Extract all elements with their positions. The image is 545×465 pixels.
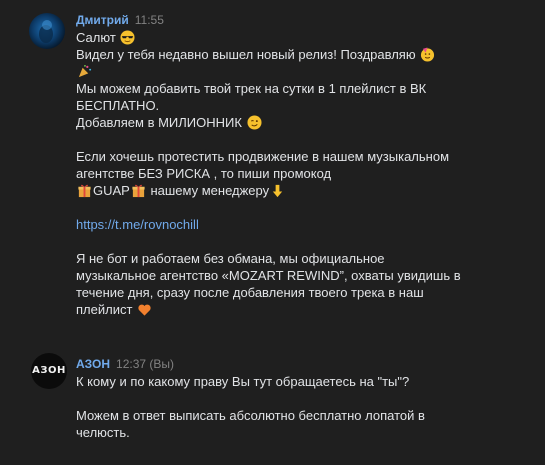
text-line: агентстве БЕЗ РИСКА , то пиши промокод (76, 166, 332, 181)
chat-history: Дмитрий 11:55 Салют Видел у тебя недавно … (0, 0, 545, 465)
author-name[interactable]: АЗОН (76, 357, 110, 371)
message-text: К кому и по какому праву Вы тут обращает… (76, 373, 486, 441)
text-line: К кому и по какому праву Вы тут обращает… (76, 374, 410, 389)
text-line: музыкальное агентство «MOZART REWIND”, о… (76, 268, 461, 283)
text-line: Салют (76, 30, 116, 45)
message-header: АЗОН 12:37 (Вы) (76, 357, 174, 371)
text-line: плейлист (76, 302, 133, 317)
text-line: БЕСПЛАТНО. (76, 98, 160, 113)
pointing-down-emoji-icon (272, 184, 283, 198)
gift-emoji-icon (78, 184, 91, 198)
message-text: Салют Видел у тебя недавно вышел новый р… (76, 29, 486, 318)
gift-emoji-icon (132, 184, 145, 198)
orange-heart-emoji-icon (138, 304, 151, 316)
avatar[interactable] (29, 13, 65, 49)
sunglasses-emoji-icon (120, 30, 135, 45)
party-popper-emoji-icon (78, 65, 92, 78)
text-line: Добавляем в МИЛИОННИК (76, 115, 242, 130)
text-line: течение дня, сразу после добавления твое… (76, 285, 424, 300)
partying-face-emoji-icon (421, 47, 435, 62)
text-line: Можем в ответ выписать абсолютно бесплат… (76, 408, 425, 423)
promo-link[interactable]: https://t.me/rovnochill (76, 217, 199, 232)
azon-logo: АЗОН (32, 365, 66, 376)
winking-face-emoji-icon (247, 115, 262, 130)
text-line: Если хочешь протестить продвижение в наш… (76, 149, 450, 164)
message-time: 11:55 (134, 13, 164, 27)
text-line: Мы можем добавить твой трек на сутки в 1… (76, 81, 427, 96)
message-header: Дмитрий 11:55 (76, 13, 164, 27)
avatar[interactable]: АЗОН (31, 353, 67, 389)
text-line: Я не бот и работаем без обмана, мы офици… (76, 251, 385, 266)
text-line: Видел у тебя недавно вышел новый релиз! … (76, 47, 416, 62)
message-time: 12:37 (Вы) (116, 357, 175, 371)
promo-code: GUAP (93, 183, 130, 198)
author-name[interactable]: Дмитрий (76, 13, 129, 27)
text-line: нашему менеджеру (150, 183, 270, 198)
text-line: челюсть. (76, 425, 130, 440)
